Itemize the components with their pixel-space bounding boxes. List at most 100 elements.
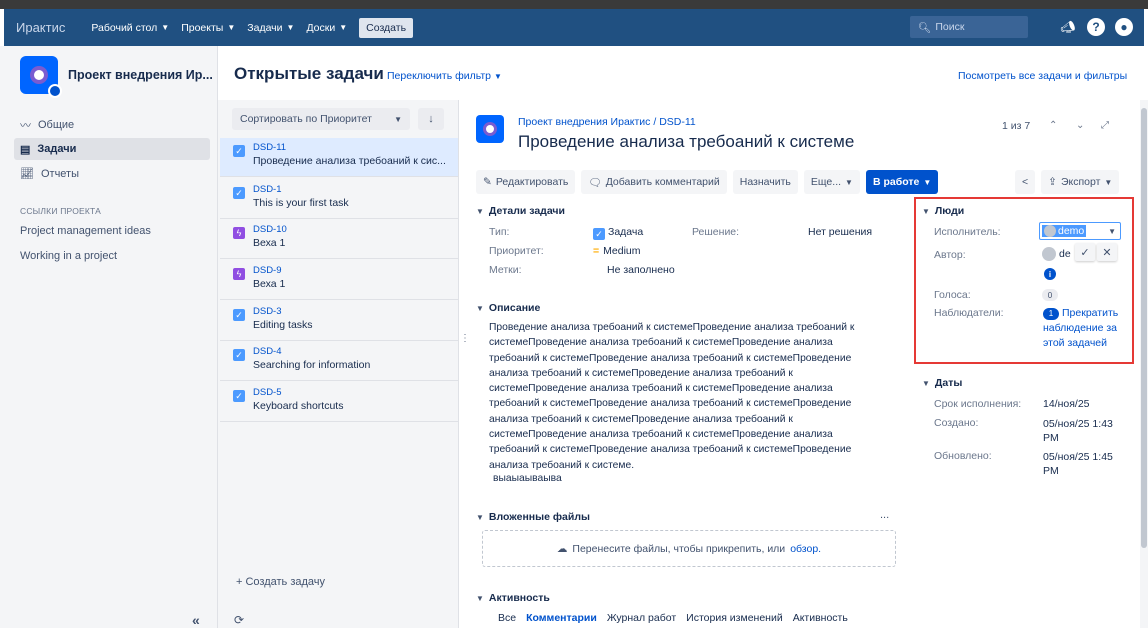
nav-boards[interactable]: Доски ▼ <box>306 22 347 34</box>
highlight-box <box>914 197 1134 364</box>
description-text[interactable]: Проведение анализа требоаний к системеПр… <box>489 320 869 473</box>
prev-issue-icon[interactable]: ⌃ <box>1049 120 1057 131</box>
assign-button[interactable]: Назначить <box>732 170 798 194</box>
description-section-toggle[interactable]: ▼ Описание <box>476 302 540 314</box>
project-header[interactable]: Проект внедрения Ир... <box>20 56 213 98</box>
drop-text: Перенесите файлы, чтобы прикрепить, или <box>572 542 786 555</box>
tab-activity[interactable]: Активность <box>793 612 848 624</box>
issue-title[interactable]: Проведение анализа требоаний к системе <box>518 132 854 152</box>
notifications-icon[interactable]: 📣︎ <box>1058 17 1078 37</box>
issue-pager: 1 из 7 <box>1002 120 1031 132</box>
list-item[interactable]: ✓ DSD-3 Editing tasks <box>220 302 458 341</box>
more-button[interactable]: Еще... ▼ <box>803 170 860 194</box>
issue-summary: Веха 1 <box>253 237 286 249</box>
type-value: ✓ Задача <box>593 226 643 240</box>
breadcrumb-issue-key[interactable]: DSD-11 <box>659 116 696 128</box>
dates-section-toggle[interactable]: ▼ Даты <box>922 377 962 389</box>
detail-scrollbar[interactable] <box>1140 100 1148 628</box>
collapse-sidebar-button[interactable]: « <box>192 612 200 628</box>
list-item[interactable]: ✓ DSD-11 Проведение анализа требоаний к … <box>220 138 458 177</box>
labels-value[interactable]: Не заполнено <box>607 264 675 276</box>
list-item[interactable]: ϟ DSD-10 Веха 1 <box>220 220 458 259</box>
status-button[interactable]: В работе ▼ <box>865 170 939 194</box>
section-heading: Даты <box>934 377 963 389</box>
list-item[interactable]: ✓ DSD-4 Searching for information <box>220 342 458 381</box>
resolution-value: Нет решения <box>808 226 873 238</box>
project-face-icon <box>30 66 48 84</box>
details-section-toggle[interactable]: ▼ Детали задачи <box>476 205 565 217</box>
cloud-upload-icon: ☁ <box>556 542 568 555</box>
sidebar-item-summary[interactable]: 〰 Общие <box>20 117 74 133</box>
issue-toolbar: ✎ Редактировать 🗨︎ Добавить комментарий На… <box>476 170 944 194</box>
chevron-down-icon: ▼ <box>845 177 853 187</box>
nav-projects[interactable]: Проекты ▼ <box>181 22 235 34</box>
switch-filter-link[interactable]: Переключить фильтр ▼ <box>387 70 502 82</box>
issue-summary: This is your first task <box>253 197 349 209</box>
list-item[interactable]: ✓ DSD-1 This is your first task <box>220 180 458 219</box>
app-logo[interactable]: Иpактис <box>16 20 65 35</box>
tab-history[interactable]: История изменений <box>686 612 783 624</box>
nav-dashboard[interactable]: Рабочий стол ▼ <box>91 22 169 34</box>
refresh-icon[interactable]: ⟳ <box>234 613 244 627</box>
top-navigation-bar: Иpактис Рабочий стол ▼ Проекты ▼ Задачи ▼ Д… <box>0 0 1148 46</box>
breadcrumb-project[interactable]: Проект внедрения Иpактис <box>518 116 650 128</box>
search-input[interactable]: 🔍︎ Поиск <box>910 16 1028 38</box>
issue-key: DSD-4 <box>253 346 282 357</box>
create-task-button[interactable]: + Создать задачу <box>236 576 325 588</box>
chevron-down-icon: ▼ <box>476 206 484 216</box>
user-avatar-icon[interactable]: ● <box>1114 17 1134 37</box>
chevron-down-icon: ▼ <box>286 23 295 32</box>
chart-icon: 📈︎ <box>20 168 34 180</box>
sidebar-link-pm-ideas[interactable]: Project management ideas <box>20 225 151 237</box>
pencil-icon: ✎ <box>483 176 492 188</box>
due-date-value: 14/ноя/25 <box>1043 398 1090 410</box>
resize-handle[interactable]: ⋮ <box>460 333 470 344</box>
create-button[interactable]: Создать <box>359 17 414 38</box>
export-button[interactable]: ⇪ Экспорт ▼ <box>1041 170 1120 194</box>
add-comment-button[interactable]: 🗨︎ Добавить комментарий <box>581 170 727 194</box>
project-sidebar <box>0 46 218 628</box>
share-button[interactable]: < <box>1015 170 1036 194</box>
list-item[interactable]: ✓ DSD-5 Keyboard shortcuts <box>220 383 458 422</box>
nav-issues[interactable]: Задачи ▼ <box>247 22 294 34</box>
help-icon[interactable]: ? <box>1086 17 1106 37</box>
epic-type-icon: ϟ <box>233 227 245 239</box>
sidebar-item-label: Общие <box>38 119 75 131</box>
export-label: Экспорт <box>1060 176 1101 188</box>
sidebar-item-reports[interactable]: 📈︎ Отчеты <box>20 167 79 181</box>
breadcrumb: Проект внедрения Иpактис / DSD-11 <box>518 116 696 128</box>
list-item[interactable]: ϟ DSD-9 Веха 1 <box>220 261 458 300</box>
issues-icon: ▤ <box>20 143 31 156</box>
expand-icon[interactable]: ⤢ <box>1101 120 1109 131</box>
chevron-down-icon: ▼ <box>923 177 932 187</box>
tab-comments[interactable]: Комментарии <box>526 612 597 624</box>
updated-label: Обновлено: <box>934 450 992 462</box>
activity-section-toggle[interactable]: ▼ Активность <box>476 592 550 604</box>
issue-key: DSD-5 <box>253 387 282 398</box>
share-icon: < <box>1022 176 1029 188</box>
task-type-icon: ✓ <box>233 145 245 157</box>
tab-worklog[interactable]: Журнал работ <box>607 612 676 624</box>
browse-link[interactable]: обзор. <box>790 543 821 555</box>
sidebar-item-label: Задачи <box>37 143 77 155</box>
export-icon: ⇪ <box>1048 176 1057 188</box>
attachments-section-toggle[interactable]: ▼ Вложенные файлы <box>476 511 590 523</box>
issue-summary: Searching for information <box>253 359 371 371</box>
priority-medium-icon: = <box>593 245 600 257</box>
sidebar-link-working[interactable]: Working in a project <box>20 250 117 262</box>
next-issue-icon[interactable]: ⌄ <box>1076 120 1084 131</box>
view-all-filters-link[interactable]: Посмотреть все задачи и фильтры <box>958 70 1127 82</box>
sidebar-item-issues[interactable]: ▤ Задачи <box>14 138 210 160</box>
tab-all[interactable]: Все <box>498 612 516 624</box>
attachment-dropzone[interactable]: ☁ Перенесите файлы, чтобы прикрепить, ил… <box>482 530 896 567</box>
project-avatar <box>20 56 62 98</box>
scrollbar-thumb[interactable] <box>1141 108 1147 548</box>
sort-dropdown[interactable]: Сортировать по Приоритет ▼ <box>232 108 410 130</box>
attachments-more-button[interactable]: ... <box>880 509 889 521</box>
description-extra-text[interactable]: выаыаываыва <box>493 473 562 484</box>
chevron-down-icon: ▼ <box>922 378 930 388</box>
issue-summary: Keyboard shortcuts <box>253 400 344 412</box>
sort-direction-button[interactable]: ↓ <box>418 108 444 130</box>
edit-button[interactable]: ✎ Редактировать <box>476 170 576 194</box>
search-placeholder: Поиск <box>935 21 965 33</box>
